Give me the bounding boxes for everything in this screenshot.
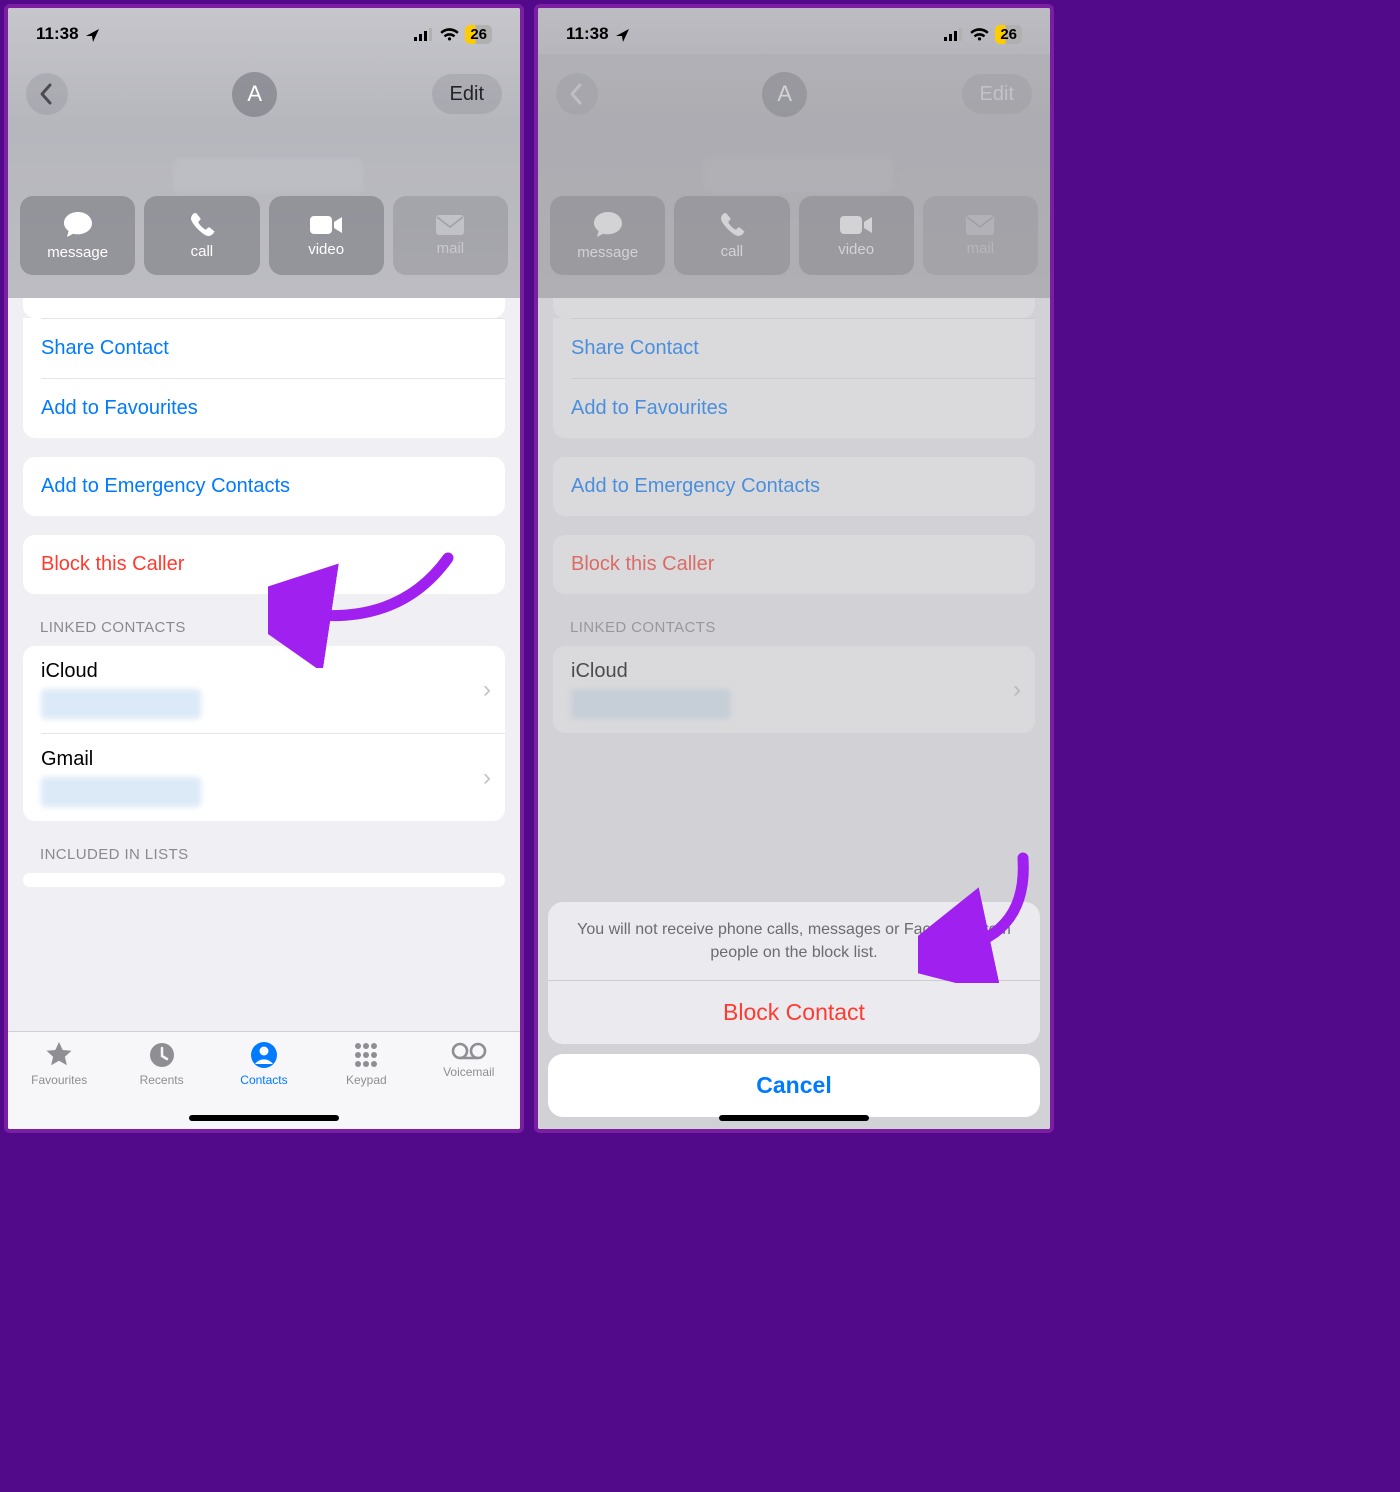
screenshot-right: A Edit message call video mail 11:38 26 … <box>534 4 1054 1133</box>
send-message-row-partial[interactable]: Send Message <box>23 298 505 318</box>
message-label: message <box>47 244 108 261</box>
tab-favourites-label: Favourites <box>31 1073 87 1087</box>
linked-icloud-label: iCloud <box>41 660 201 683</box>
contact-detail-scroll[interactable]: Send Message Share Contact Add to Favour… <box>8 298 520 1129</box>
home-indicator[interactable] <box>719 1115 869 1121</box>
block-contact-button[interactable]: Block Contact <box>548 981 1040 1044</box>
avatar-initial: A <box>247 81 262 107</box>
battery-indicator: 26 <box>465 25 492 44</box>
call-label: call <box>191 243 214 260</box>
share-contact-row[interactable]: Share Contact <box>23 319 505 378</box>
home-indicator[interactable] <box>189 1115 339 1121</box>
person-icon <box>249 1040 279 1070</box>
edit-button[interactable]: Edit <box>432 74 502 114</box>
status-bar: 11:38 26 <box>538 8 1050 54</box>
linked-gmail-label: Gmail <box>41 748 201 771</box>
wifi-icon <box>440 27 459 41</box>
cancel-button[interactable]: Cancel <box>548 1054 1040 1117</box>
keypad-icon <box>351 1040 381 1070</box>
screenshot-left: A Edit message call video mail <box>4 4 524 1133</box>
action-tiles: message call video mail <box>20 196 508 275</box>
chevron-right-icon: › <box>483 676 491 704</box>
chevron-right-icon: › <box>483 764 491 792</box>
cellular-icon <box>944 28 964 41</box>
edit-label: Edit <box>450 83 484 106</box>
add-favourites-row[interactable]: Add to Favourites <box>23 379 505 438</box>
mail-icon <box>435 214 465 236</box>
contact-name-redacted <box>173 158 363 192</box>
annotation-arrow <box>268 538 468 668</box>
mail-label: mail <box>437 240 465 257</box>
video-icon <box>309 213 343 237</box>
tab-recents-label: Recents <box>140 1073 184 1087</box>
battery-level: 26 <box>470 26 487 43</box>
back-button[interactable] <box>26 73 68 115</box>
video-tile[interactable]: video <box>269 196 384 275</box>
voicemail-icon <box>451 1040 487 1062</box>
redacted-value <box>41 777 201 807</box>
battery-indicator: 26 <box>995 25 1022 44</box>
tab-contacts-label: Contacts <box>240 1073 287 1087</box>
tab-voicemail-label: Voicemail <box>443 1065 494 1079</box>
nav-bar: A Edit <box>8 64 520 124</box>
location-icon <box>85 28 100 43</box>
contact-avatar: A <box>232 72 277 117</box>
tab-keypad-label: Keypad <box>346 1073 387 1087</box>
location-icon <box>615 28 630 43</box>
annotation-arrow <box>918 843 1054 983</box>
call-tile[interactable]: call <box>144 196 259 275</box>
cellular-icon <box>414 28 434 41</box>
star-icon <box>44 1040 74 1070</box>
included-lists-header: INCLUDED IN LISTS <box>8 821 520 873</box>
clock-icon <box>147 1040 177 1070</box>
phone-icon <box>188 211 216 239</box>
wifi-icon <box>970 27 989 41</box>
chevron-left-icon <box>38 82 56 106</box>
video-label: video <box>308 241 344 258</box>
linked-gmail-row[interactable]: Gmail › <box>23 734 505 821</box>
status-bar: 11:38 26 <box>8 8 520 54</box>
mail-tile: mail <box>393 196 508 275</box>
tab-voicemail[interactable]: Voicemail <box>421 1040 517 1129</box>
tab-favourites[interactable]: Favourites <box>11 1040 107 1129</box>
message-icon <box>62 210 94 240</box>
redacted-value <box>41 689 201 719</box>
status-time: 11:38 <box>36 24 79 44</box>
message-tile[interactable]: message <box>20 196 135 275</box>
add-emergency-row[interactable]: Add to Emergency Contacts <box>23 457 505 516</box>
